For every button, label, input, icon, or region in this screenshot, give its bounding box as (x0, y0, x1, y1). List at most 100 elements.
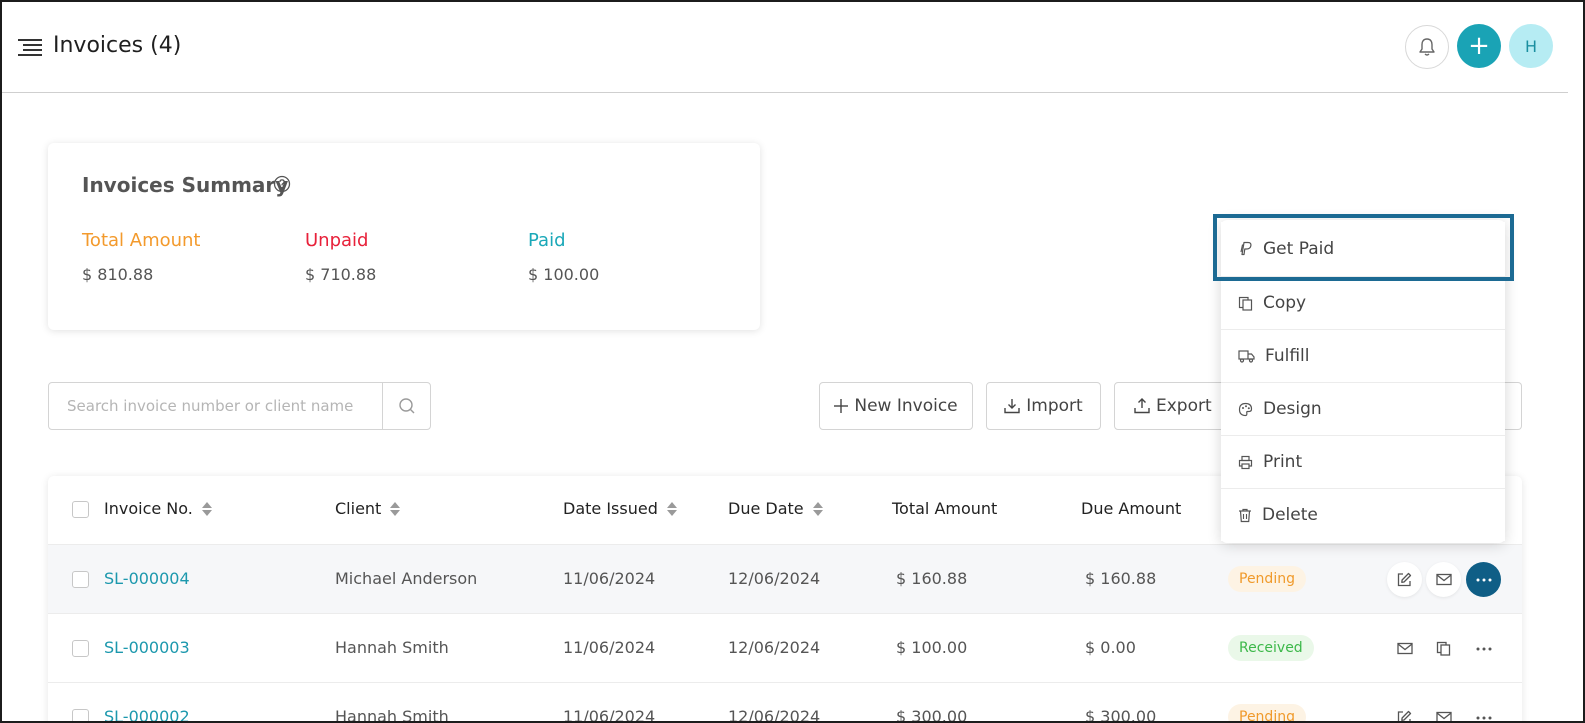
table-row[interactable]: SL-000003 Hannah Smith 11/06/2024 12/06/… (48, 613, 1522, 682)
printer-icon (1238, 455, 1253, 469)
search-icon (399, 398, 415, 414)
date-issued-cell: 11/06/2024 (563, 707, 656, 723)
import-label: Import (1026, 396, 1083, 416)
column-label: Due Date (728, 499, 804, 518)
upload-icon (1134, 398, 1150, 414)
more-icon (1476, 647, 1491, 650)
menu-item-delete[interactable]: Delete (1221, 488, 1505, 541)
download-icon (1004, 399, 1020, 414)
menu-item-label: Copy (1263, 293, 1307, 313)
search-input[interactable] (49, 383, 382, 429)
mail-icon (1435, 573, 1452, 586)
mail-icon (1435, 711, 1452, 721)
menu-item-design[interactable]: Design (1221, 382, 1505, 435)
sort-icon[interactable] (812, 500, 824, 518)
invoice-number-link[interactable]: SL-000002 (104, 707, 190, 721)
export-label: Export (1156, 396, 1212, 416)
column-header-total-amount: Total Amount (892, 499, 997, 518)
menu-item-get-paid[interactable]: Get Paid (1221, 222, 1505, 275)
select-all-checkbox[interactable] (72, 501, 89, 518)
menu-item-copy[interactable]: Copy (1221, 276, 1505, 329)
avatar[interactable]: H (1509, 24, 1553, 68)
plus-icon (834, 399, 849, 413)
column-label: Due Amount (1081, 499, 1182, 518)
row-actions-menu: Get Paid Copy Fulfill Design Print Delet… (1221, 220, 1505, 543)
top-header: Invoices (4) + H (2, 2, 1568, 93)
menu-item-label: Delete (1262, 505, 1318, 525)
status-badge: Pending (1228, 566, 1306, 592)
client-cell: Hannah Smith (335, 707, 449, 723)
date-issued-cell: 11/06/2024 (563, 569, 656, 588)
column-header-client[interactable]: Client (335, 499, 401, 518)
client-cell: Michael Anderson (335, 569, 478, 588)
search-button[interactable] (382, 383, 431, 429)
menu-item-fulfill[interactable]: Fulfill (1221, 329, 1505, 382)
stat-label-unpaid: Unpaid (305, 230, 369, 251)
column-header-invoice-no[interactable]: Invoice No. (104, 499, 213, 518)
row-checkbox[interactable] (72, 571, 89, 588)
edit-icon (1397, 710, 1412, 721)
menu-item-label: Fulfill (1265, 346, 1310, 366)
due-amount-cell: $ 0.00 (1085, 638, 1136, 657)
sort-icon[interactable] (666, 500, 678, 518)
invoices-summary-card: Invoices Summary Total Amount $ 810.88 U… (48, 143, 760, 330)
mail-icon (1396, 642, 1413, 655)
sort-icon[interactable] (389, 500, 401, 518)
row-checkbox[interactable] (72, 709, 89, 721)
menu-item-label: Design (1263, 399, 1322, 419)
plus-icon: + (1468, 31, 1490, 61)
copy-button[interactable] (1426, 631, 1461, 666)
more-actions-button[interactable] (1466, 700, 1501, 721)
total-amount-cell: $ 300.00 (896, 707, 968, 723)
more-actions-button[interactable] (1466, 562, 1501, 597)
new-invoice-button[interactable]: New Invoice (819, 382, 973, 430)
palette-icon (1238, 402, 1253, 416)
sort-icon[interactable] (201, 500, 213, 518)
paypal-icon (1240, 241, 1252, 256)
more-actions-button[interactable] (1466, 631, 1501, 666)
page-title: Invoices (4) (53, 33, 182, 58)
add-button[interactable]: + (1457, 24, 1501, 68)
more-icon (1476, 716, 1491, 719)
stat-label-paid: Paid (528, 230, 566, 251)
export-button[interactable]: Export (1114, 382, 1228, 430)
copy-icon (1436, 641, 1451, 656)
edit-button[interactable] (1387, 562, 1422, 597)
total-amount-cell: $ 160.88 (896, 569, 968, 588)
column-label: Total Amount (892, 499, 998, 518)
notifications-button[interactable] (1405, 25, 1449, 69)
column-label: Date Issued (563, 499, 658, 518)
send-email-button[interactable] (1426, 700, 1461, 721)
help-icon[interactable] (273, 175, 291, 193)
menu-item-print[interactable]: Print (1221, 435, 1505, 488)
import-button[interactable]: Import (986, 382, 1101, 430)
send-email-button[interactable] (1387, 631, 1422, 666)
table-row[interactable]: SL-000002 Hannah Smith 11/06/2024 12/06/… (48, 682, 1522, 723)
more-icon (1476, 578, 1491, 581)
app-frame: Invoices (4) + H Invoices Summary Total … (0, 0, 1585, 723)
invoice-number-link[interactable]: SL-000003 (104, 638, 190, 657)
status-badge: Pending (1228, 704, 1306, 721)
summary-title: Invoices Summary (82, 173, 289, 197)
client-cell: Hannah Smith (335, 638, 449, 657)
column-header-date-issued[interactable]: Date Issued (563, 499, 678, 518)
status-badge: Received (1228, 635, 1314, 661)
copy-icon (1238, 296, 1253, 311)
table-row[interactable]: SL-000004 Michael Anderson 11/06/2024 12… (48, 544, 1522, 613)
due-amount-cell: $ 300.00 (1085, 707, 1157, 723)
stat-value-total: $ 810.88 (82, 265, 154, 284)
due-date-cell: 12/06/2024 (728, 569, 821, 588)
edit-button[interactable] (1387, 700, 1422, 721)
due-date-cell: 12/06/2024 (728, 638, 821, 657)
avatar-initial: H (1524, 36, 1538, 56)
column-label: Invoice No. (104, 499, 193, 518)
send-email-button[interactable] (1426, 562, 1461, 597)
row-checkbox[interactable] (72, 640, 89, 657)
column-label: Client (335, 499, 382, 518)
invoice-number-link[interactable]: SL-000004 (104, 569, 190, 588)
new-invoice-label: New Invoice (854, 396, 958, 416)
stat-value-unpaid: $ 710.88 (305, 265, 377, 284)
menu-icon[interactable] (18, 38, 44, 58)
column-header-due-date[interactable]: Due Date (728, 499, 824, 518)
truck-icon (1238, 350, 1255, 363)
